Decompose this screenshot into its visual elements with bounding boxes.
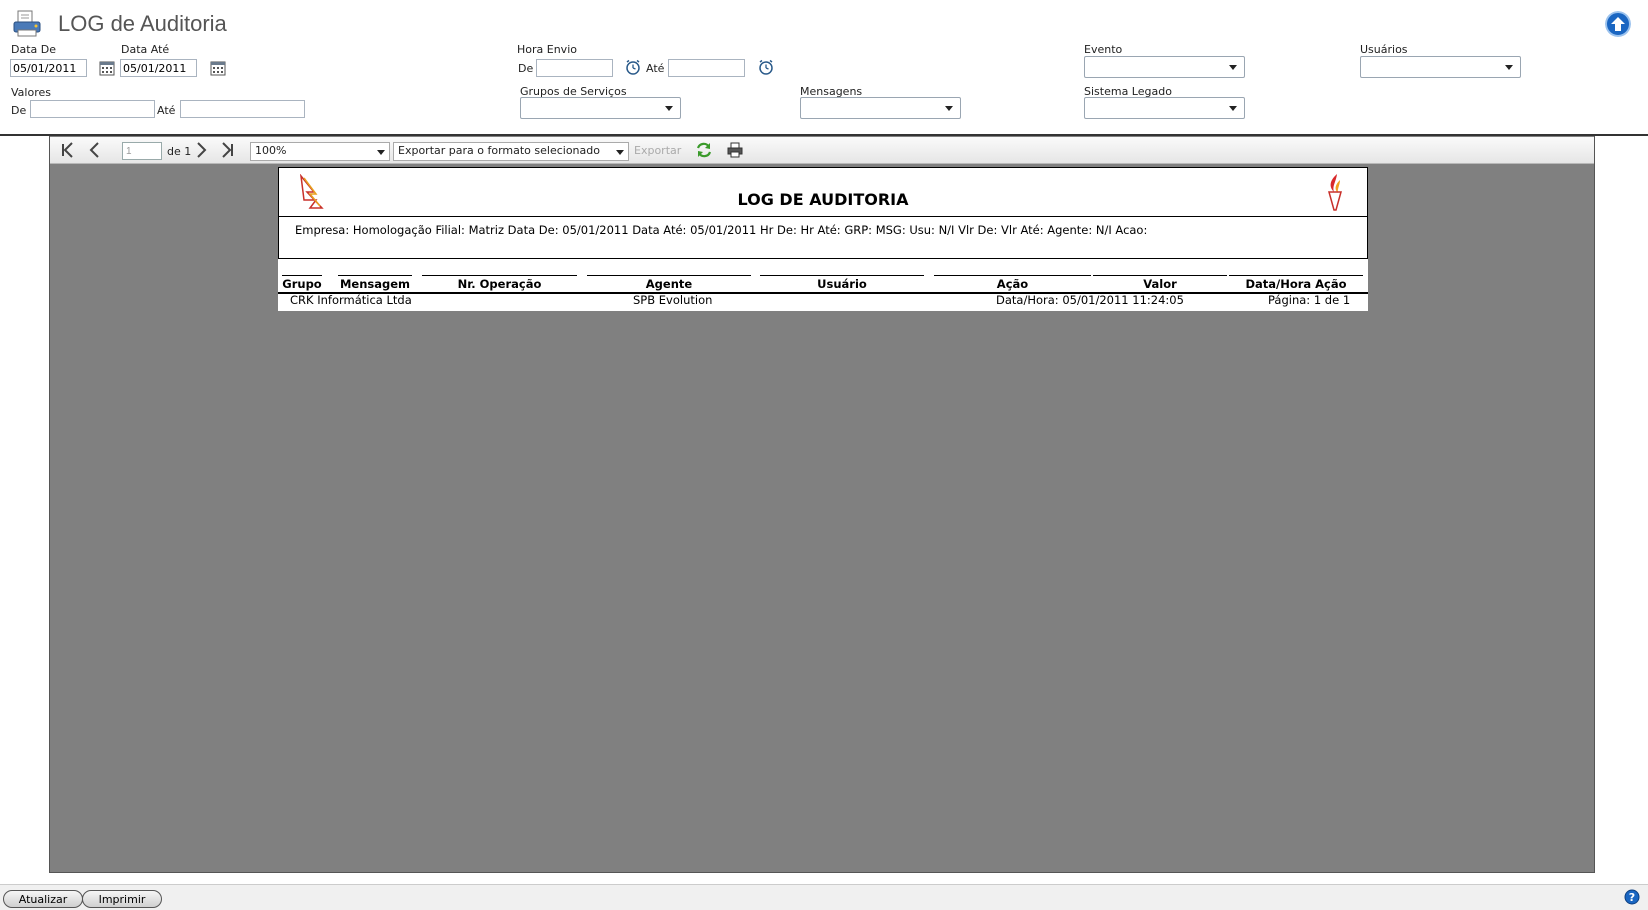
page-number-input[interactable] <box>122 142 162 160</box>
evento-label: Evento <box>1084 43 1123 56</box>
column-header: Nr. Operação <box>422 275 577 292</box>
mensagens-select[interactable] <box>800 97 961 119</box>
valores-de-input[interactable] <box>30 100 155 118</box>
next-page-icon[interactable] <box>192 141 210 159</box>
chevron-down-icon <box>377 150 385 155</box>
sistema-legado-select[interactable] <box>1084 97 1245 119</box>
clock-icon[interactable] <box>625 59 641 75</box>
export-button[interactable]: Exportar <box>634 144 681 157</box>
clock-icon[interactable] <box>758 59 774 75</box>
hora-envio-label: Hora Envio <box>517 43 577 56</box>
column-header: Mensagem <box>338 275 412 291</box>
imprimir-button[interactable]: Imprimir <box>82 890 162 908</box>
report-header <box>278 167 1368 259</box>
printer-report-icon <box>13 10 41 37</box>
hora-de-label: De <box>518 62 534 75</box>
hora-ate-label: Até <box>646 62 665 75</box>
hora-de-input[interactable] <box>536 59 613 77</box>
export-format-value: Exportar para o formato selecionado <box>398 144 600 157</box>
column-header: Ação <box>934 275 1091 292</box>
usuarios-select[interactable] <box>1360 56 1521 78</box>
valores-de-label: De <box>11 104 27 117</box>
page-count: de 1 <box>167 145 192 158</box>
chevron-down-icon <box>665 106 673 111</box>
footer-datetime: Data/Hora: 05/01/2011 11:24:05 <box>996 293 1184 307</box>
data-de-label: Data De <box>11 43 56 56</box>
chevron-down-icon <box>1229 106 1237 111</box>
column-header: Grupo <box>282 275 322 291</box>
svg-text:?: ? <box>1629 891 1635 904</box>
atualizar-button[interactable]: Atualizar <box>3 890 83 908</box>
scroll-top-icon[interactable] <box>1605 11 1631 37</box>
chevron-down-icon <box>616 150 624 155</box>
page-title: LOG de Auditoria <box>58 11 227 36</box>
zoom-value: 100% <box>255 144 287 157</box>
help-icon[interactable]: ? <box>1624 889 1640 905</box>
last-page-icon[interactable] <box>217 141 235 159</box>
calendar-icon[interactable] <box>99 60 115 76</box>
evento-select[interactable] <box>1084 56 1245 78</box>
chevron-down-icon <box>1229 65 1237 70</box>
footer-product: SPB Evolution <box>633 293 713 307</box>
chevron-down-icon <box>945 106 953 111</box>
valores-ate-input[interactable] <box>180 100 305 118</box>
export-format-select[interactable]: Exportar para o formato selecionado <box>393 142 629 161</box>
divider <box>278 216 1368 217</box>
usuarios-label: Usuários <box>1360 43 1408 56</box>
zoom-select[interactable]: 100% <box>250 142 390 161</box>
report-title: LOG DE AUDITORIA <box>737 190 909 209</box>
column-header: Usuário <box>760 275 924 292</box>
data-ate-input[interactable] <box>120 59 197 77</box>
bottom-bar <box>0 884 1648 910</box>
footer-page: Página: 1 de 1 <box>1268 293 1351 307</box>
valores-label: Valores <box>11 86 51 99</box>
first-page-icon[interactable] <box>60 141 78 159</box>
column-header: Agente <box>587 275 751 292</box>
report-filter-line: Empresa: Homologação Filial: Matriz Data… <box>295 223 1148 237</box>
previous-page-icon[interactable] <box>86 141 104 159</box>
report-toolbar: de 1 100% Exportar para o formato seleci… <box>50 137 1594 164</box>
calendar-icon[interactable] <box>210 60 226 76</box>
refresh-icon[interactable] <box>695 141 713 159</box>
footer-company: CRK Informática Ltda <box>290 293 412 307</box>
print-icon[interactable] <box>726 141 744 159</box>
data-de-input[interactable] <box>10 59 87 77</box>
grupos-servicos-select[interactable] <box>520 97 681 119</box>
divider <box>278 292 1368 294</box>
data-ate-label: Data Até <box>121 43 170 56</box>
hora-ate-input[interactable] <box>668 59 745 77</box>
valores-ate-label: Até <box>157 104 176 117</box>
column-header: Valor <box>1093 275 1227 292</box>
column-header: Data/Hora Ação <box>1229 275 1363 292</box>
report-page: LOG DE AUDITORIA Empresa: Homologação Fi… <box>278 167 1368 311</box>
chevron-down-icon <box>1505 65 1513 70</box>
